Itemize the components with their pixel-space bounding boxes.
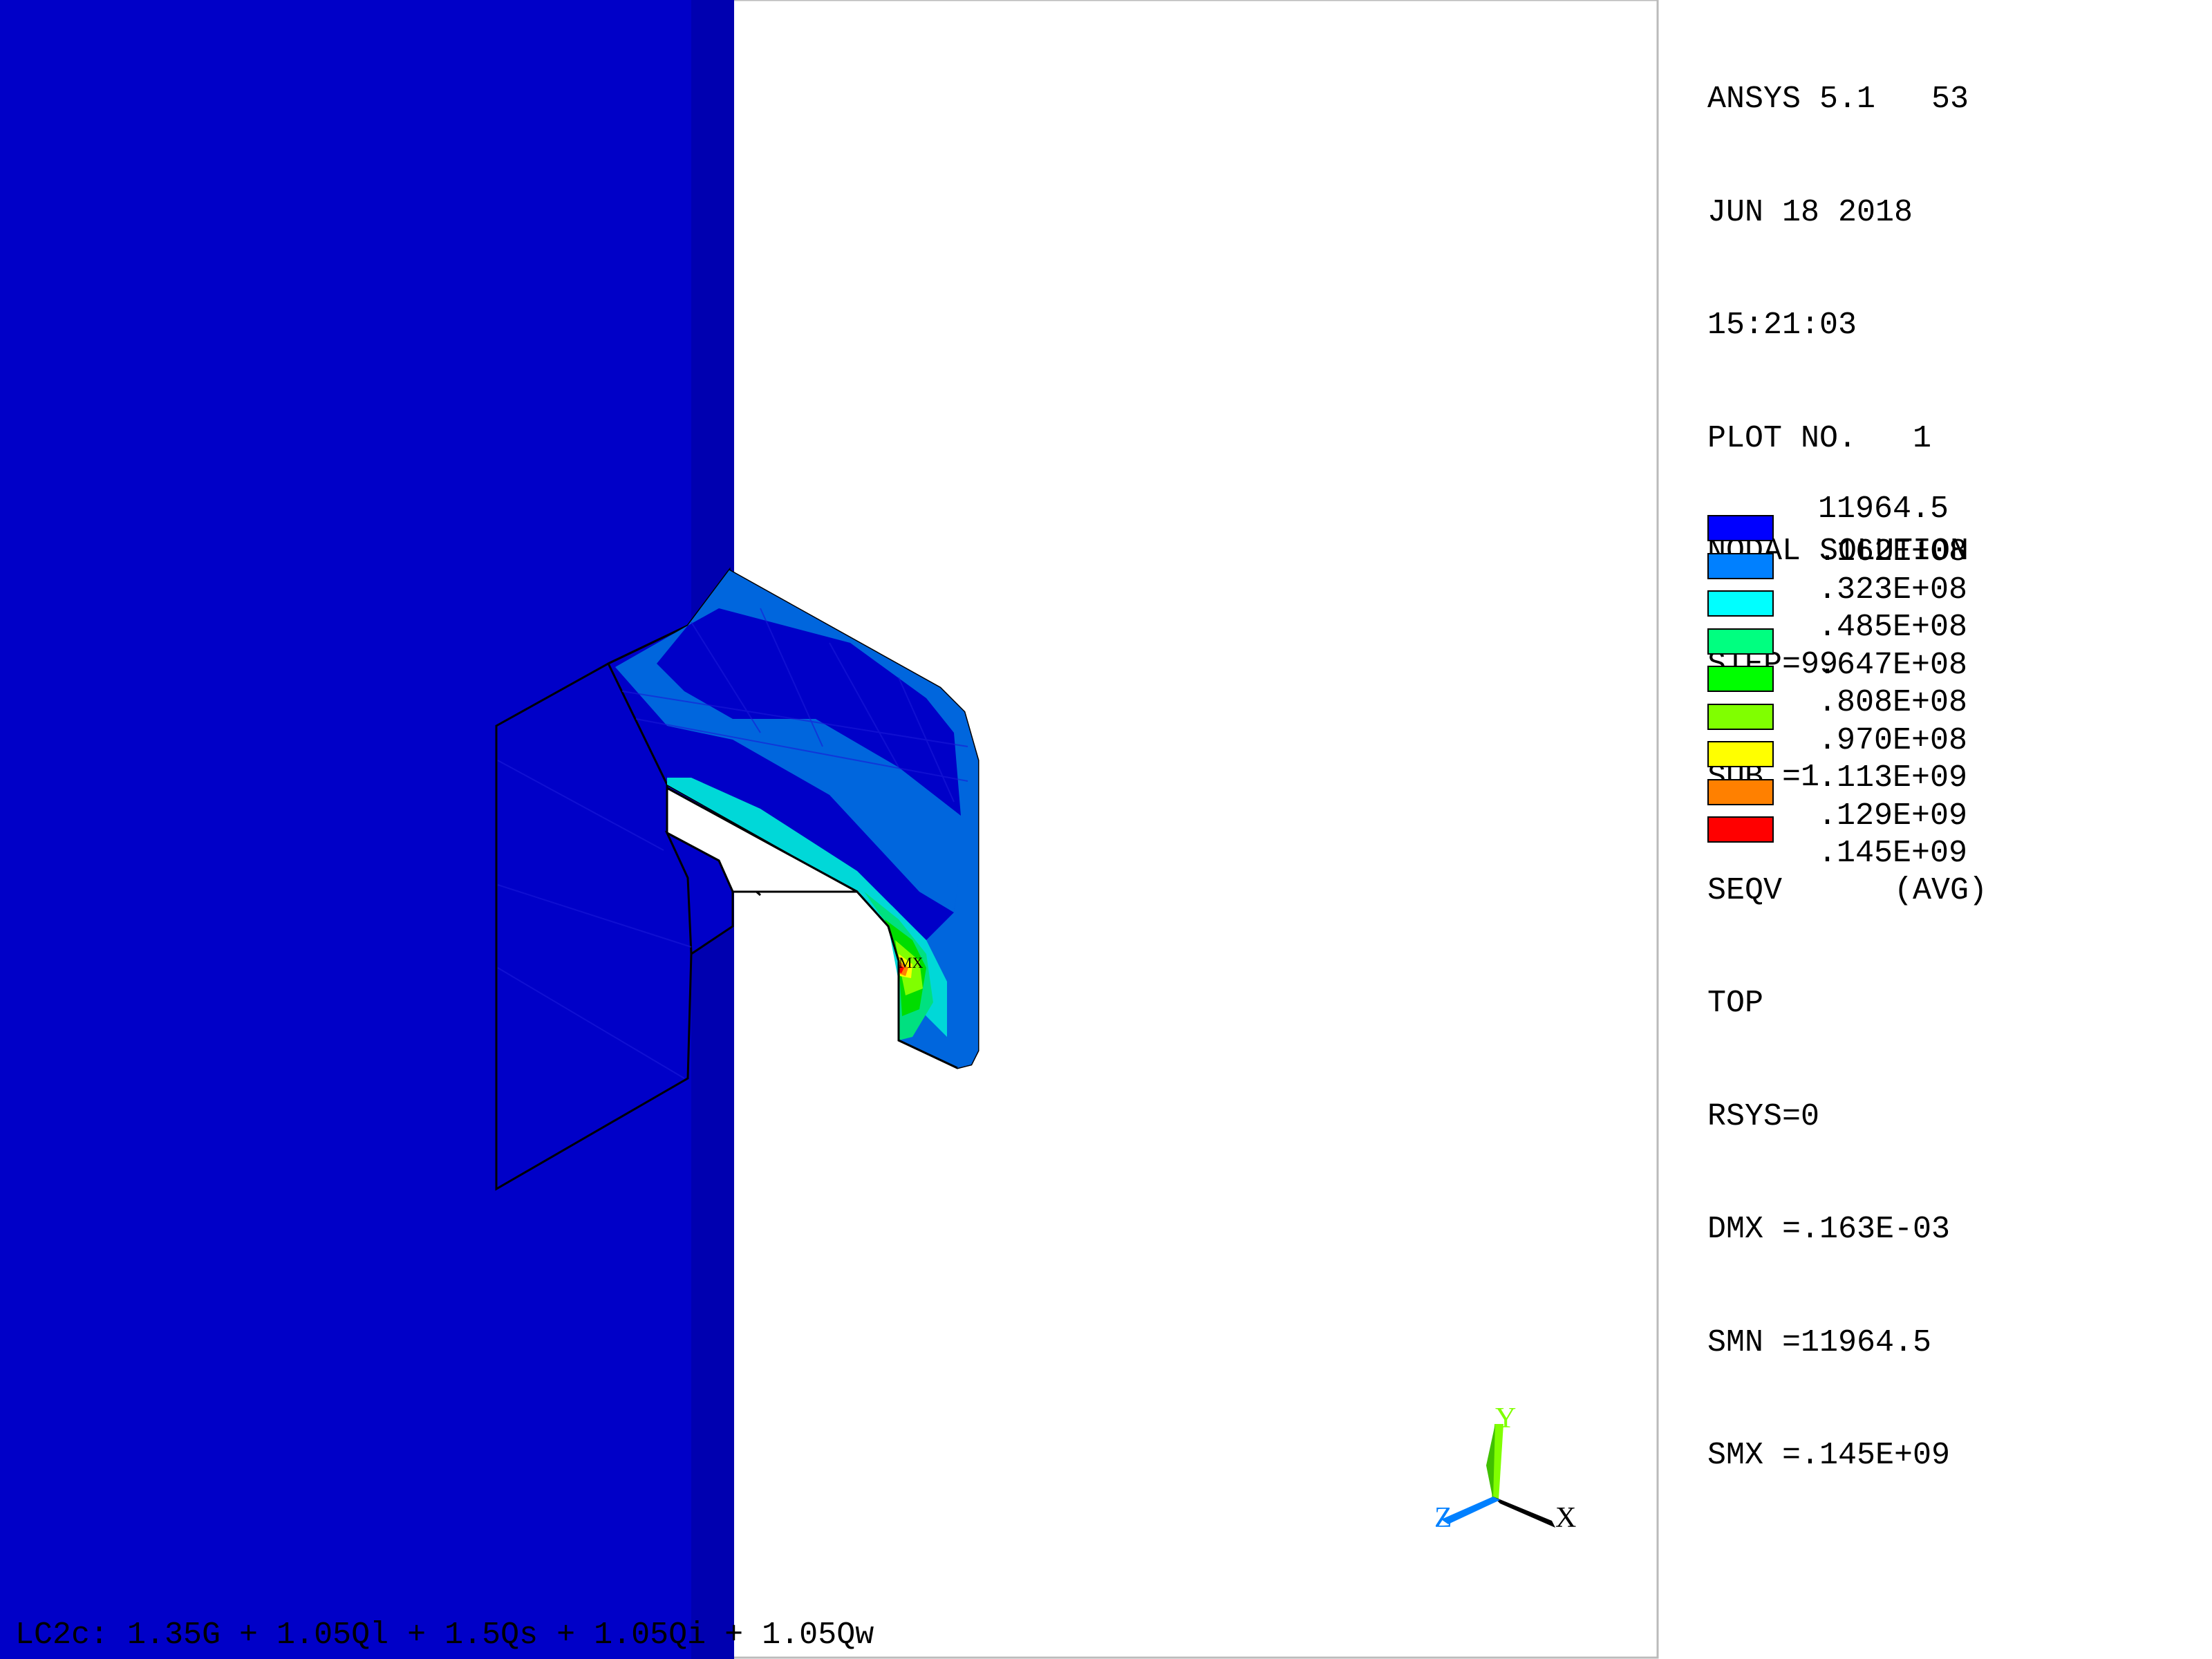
- info-smx: SMX =.145E+09: [1707, 1438, 1951, 1473]
- info-dmx: DMX =.163E-03: [1707, 1212, 1951, 1247]
- info-result-item: SEQV (AVG): [1707, 872, 1988, 908]
- legend-entry: .145E+09: [1707, 816, 2191, 871]
- loadcase-title: LC2c: 1.35G + 1.05Ql + 1.5Qs + 1.05Qi + …: [15, 1618, 874, 1653]
- info-rsys: RSYS=0: [1707, 1098, 1820, 1134]
- info-time: 15:21:03: [1707, 308, 1857, 343]
- legend-swatch: [1707, 515, 1774, 541]
- legend-swatch: [1707, 666, 1774, 692]
- info-product-version: ANSYS 5.1 53: [1707, 82, 1969, 117]
- legend-swatch: [1707, 703, 1774, 730]
- info-plot-number: PLOT NO. 1: [1707, 420, 1932, 456]
- legend-swatch: [1707, 552, 1774, 579]
- legend-entry: .129E+09: [1707, 778, 2191, 834]
- legend-swatch: [1707, 628, 1774, 655]
- info-smn: SMN =11964.5: [1707, 1324, 1932, 1360]
- triad-y-label: Y: [1495, 1403, 1517, 1434]
- legend-entry: .647E+08: [1707, 628, 2191, 683]
- legend-entry: .970E+08: [1707, 703, 2191, 758]
- legend-entry: .113E+09: [1707, 741, 2191, 796]
- triad-z-label: Z: [1434, 1502, 1452, 1534]
- legend-swatch: [1707, 778, 1774, 805]
- max-stress-marker: MX: [899, 954, 924, 971]
- legend-entry: .808E+08: [1707, 666, 2191, 720]
- info-date: JUN 18 2018: [1707, 194, 1913, 230]
- legend-label: .145E+09: [1818, 836, 1968, 871]
- info-layer: TOP: [1707, 986, 1764, 1021]
- legend-entry: .162E+08: [1707, 515, 2191, 570]
- triad-x-label: X: [1555, 1502, 1577, 1534]
- legend-entry: .323E+08: [1707, 552, 2191, 608]
- legend-entry: .485E+08: [1707, 590, 2191, 645]
- legend-swatch: [1707, 741, 1774, 767]
- legend-swatch: [1707, 816, 1774, 843]
- legend-swatch: [1707, 590, 1774, 617]
